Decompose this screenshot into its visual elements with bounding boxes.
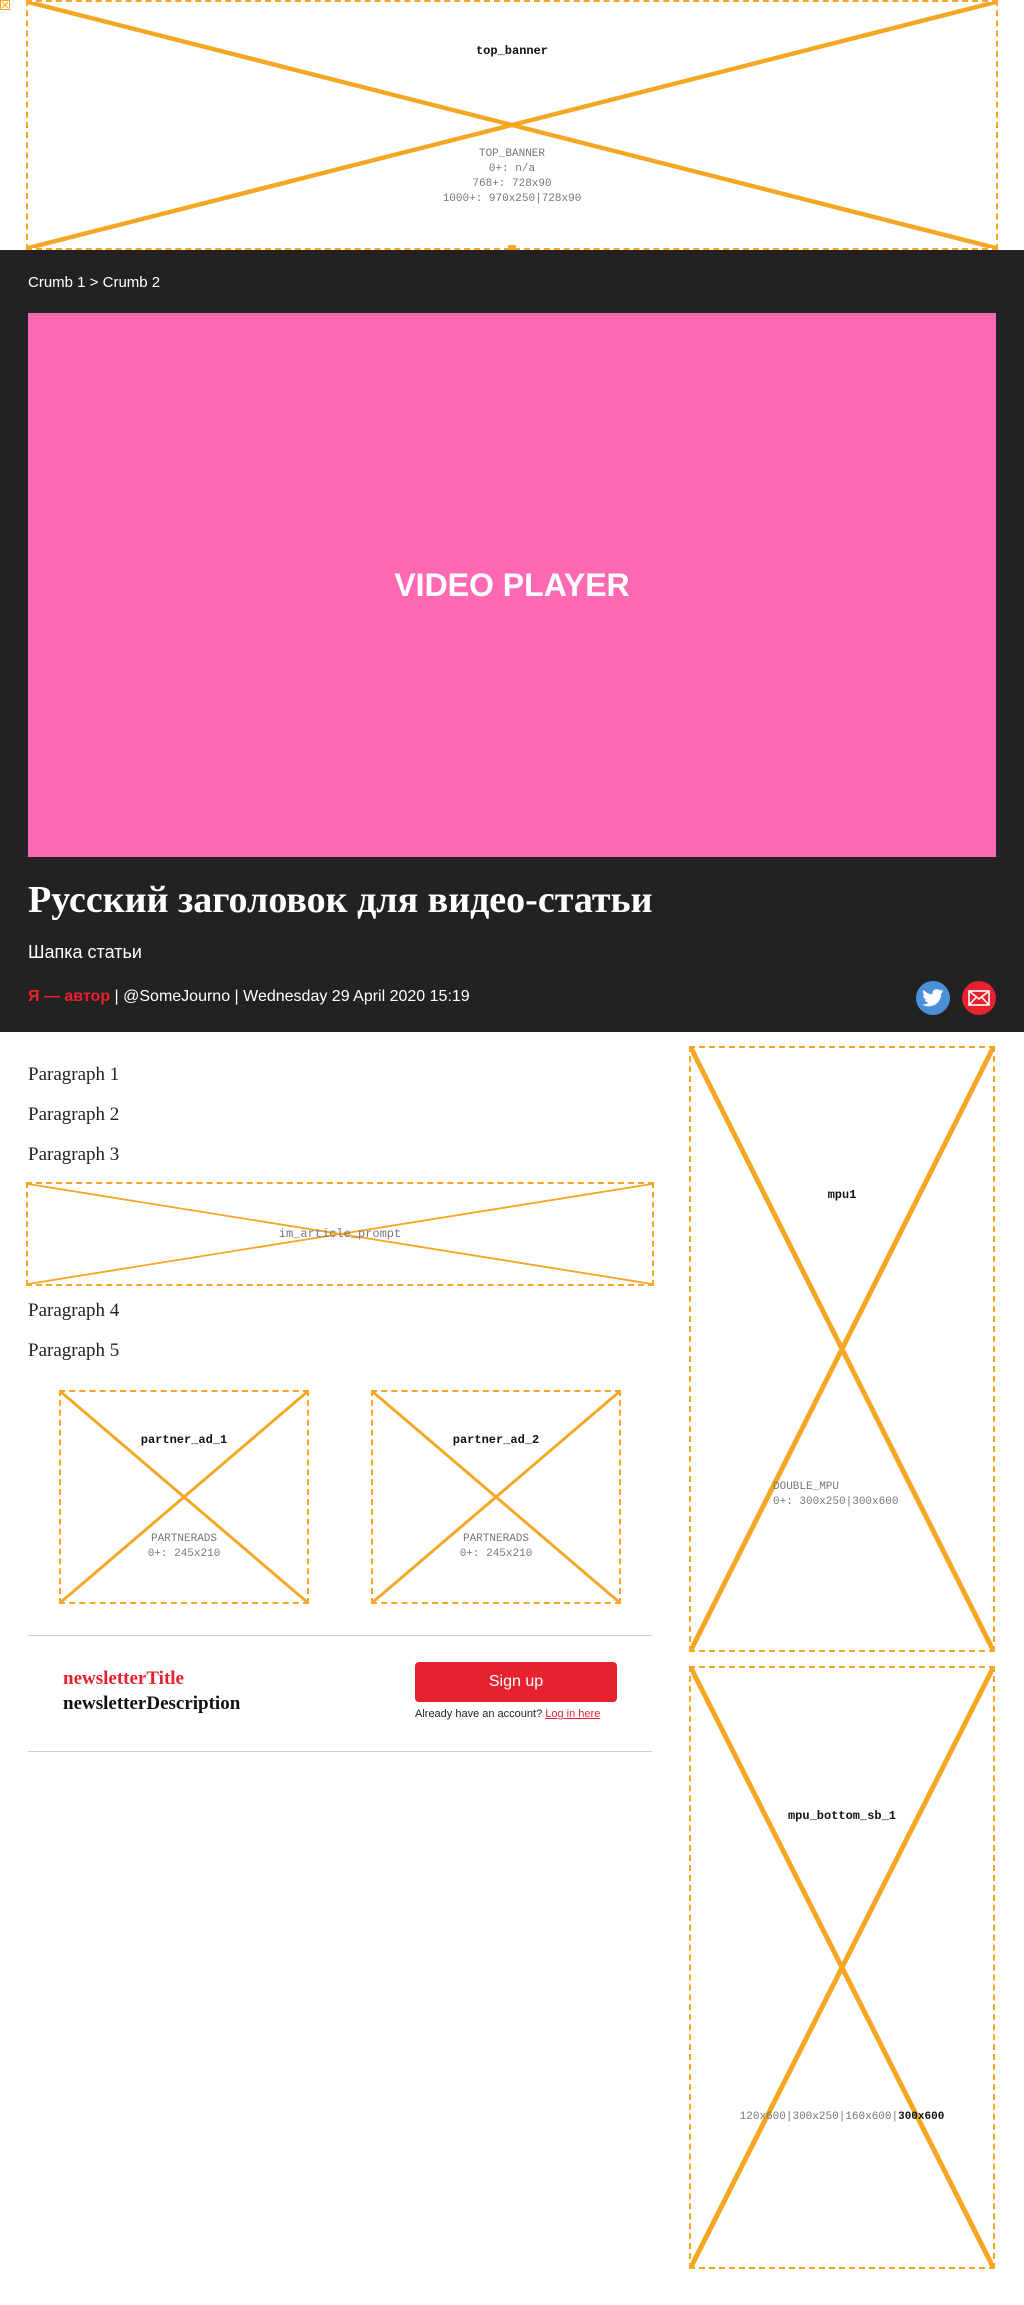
paragraph: Paragraph 5 xyxy=(28,1340,120,1361)
ad-slot-name: im_article_prompt xyxy=(278,1227,402,1241)
ad-slot-name: mpu1 xyxy=(827,1188,857,1202)
byline-meta: | @SomeJourno | Wednesday 29 April 2020 … xyxy=(110,988,470,1005)
author-link[interactable]: Я — автор xyxy=(28,988,110,1005)
ad-meta-line: 0+: n/a xyxy=(488,163,536,175)
mpu1-ad[interactable]: mpu1 DOUBLE_MPU 0+: 300x250|300x600 xyxy=(689,1046,995,1652)
account-prompt-text: Already have an account? xyxy=(415,1708,543,1720)
ad-meta-line: 0+: 300x250|300x600 xyxy=(773,1496,899,1508)
ad-slot-name: mpu_bottom_sb_1 xyxy=(787,1809,897,1823)
page-title: Русский заголовок для видео-статьи xyxy=(28,879,653,921)
twitter-icon xyxy=(922,989,944,1007)
ad-meta-line: DOUBLE_MPU xyxy=(773,1481,840,1493)
ad-meta-line: TOP_BANNER xyxy=(478,148,545,160)
signup-button[interactable]: Sign up xyxy=(415,1662,617,1702)
placeholder-cross xyxy=(28,2,996,248)
ad-slot-name: partner_ad_2 xyxy=(452,1433,540,1447)
placeholder-cross xyxy=(691,1668,993,2267)
article-hero: Crumb 1 > Crumb 2 VIDEO PLAYER Русский з… xyxy=(0,250,1024,1032)
video-player[interactable]: VIDEO PLAYER xyxy=(28,313,996,857)
breadcrumb[interactable]: Crumb 1 > Crumb 2 xyxy=(28,274,160,291)
ad-meta-line: PARTNERADS xyxy=(462,1533,529,1545)
partner-ad-1[interactable]: partner_ad_1 PARTNERADS 0+: 245x210 xyxy=(59,1390,309,1604)
ad-meta-line: 0+: 245x210 xyxy=(459,1548,533,1560)
standfirst: Шапка статьи xyxy=(28,942,142,962)
divider xyxy=(28,1751,652,1752)
placeholder-cross xyxy=(61,1392,307,1602)
ad-slot-meta: PARTNERADS 0+: 245x210 xyxy=(61,1532,307,1562)
ad-slot-meta: PARTNERADS 0+: 245x210 xyxy=(373,1532,619,1562)
broken-image-icon xyxy=(0,0,10,10)
ad-slot-name: partner_ad_1 xyxy=(140,1433,228,1447)
newsletter-description: newsletterDescription xyxy=(63,1693,241,1714)
ad-slot-meta: 120x600|300x250|160x600|300x600 xyxy=(691,2110,993,2125)
ad-meta-sizes: 120x600|300x250|160x600| xyxy=(739,2111,899,2123)
email-icon xyxy=(968,990,990,1006)
ad-meta-line: PARTNERADS xyxy=(150,1533,217,1545)
mpu-bottom-sb-1-ad[interactable]: mpu_bottom_sb_1 120x600|300x250|160x600|… xyxy=(689,1666,995,2269)
top-banner-ad[interactable]: top_banner TOP_BANNER 0+: n/a 768+: 728x… xyxy=(26,0,998,250)
ad-slot-meta: TOP_BANNER 0+: n/a 768+: 728x90 1000+: 9… xyxy=(28,147,996,207)
video-player-label: VIDEO PLAYER xyxy=(394,566,630,603)
ad-meta-line: 0+: 245x210 xyxy=(147,1548,221,1560)
ad-meta-line: 768+: 728x90 xyxy=(472,178,552,190)
partner-ad-2[interactable]: partner_ad_2 PARTNERADS 0+: 245x210 xyxy=(371,1390,621,1604)
ad-meta-active-size: 300x600 xyxy=(898,2111,945,2123)
paragraph: Paragraph 3 xyxy=(28,1144,120,1165)
paragraph: Paragraph 2 xyxy=(28,1104,120,1125)
share-twitter-button[interactable] xyxy=(916,981,950,1015)
in-article-prompt-ad[interactable]: im_article_prompt xyxy=(26,1182,654,1286)
newsletter-title: newsletterTitle xyxy=(63,1668,184,1689)
paragraph: Paragraph 1 xyxy=(28,1064,120,1085)
ad-slot-name: top_banner xyxy=(475,44,548,58)
login-prompt: Already have an account? Log in here xyxy=(415,1708,600,1720)
placeholder-cross xyxy=(691,1048,993,1650)
placeholder-cross xyxy=(373,1392,619,1602)
share-email-button[interactable] xyxy=(962,981,996,1015)
ad-slot-meta: DOUBLE_MPU 0+: 300x250|300x600 xyxy=(773,1480,993,1510)
divider xyxy=(28,1635,652,1636)
paragraph: Paragraph 4 xyxy=(28,1300,120,1321)
ad-meta-line: 1000+: 970x250|728x90 xyxy=(442,193,582,205)
login-link[interactable]: Log in here xyxy=(545,1708,600,1720)
byline: Я — автор | @SomeJourno | Wednesday 29 A… xyxy=(28,988,470,1006)
